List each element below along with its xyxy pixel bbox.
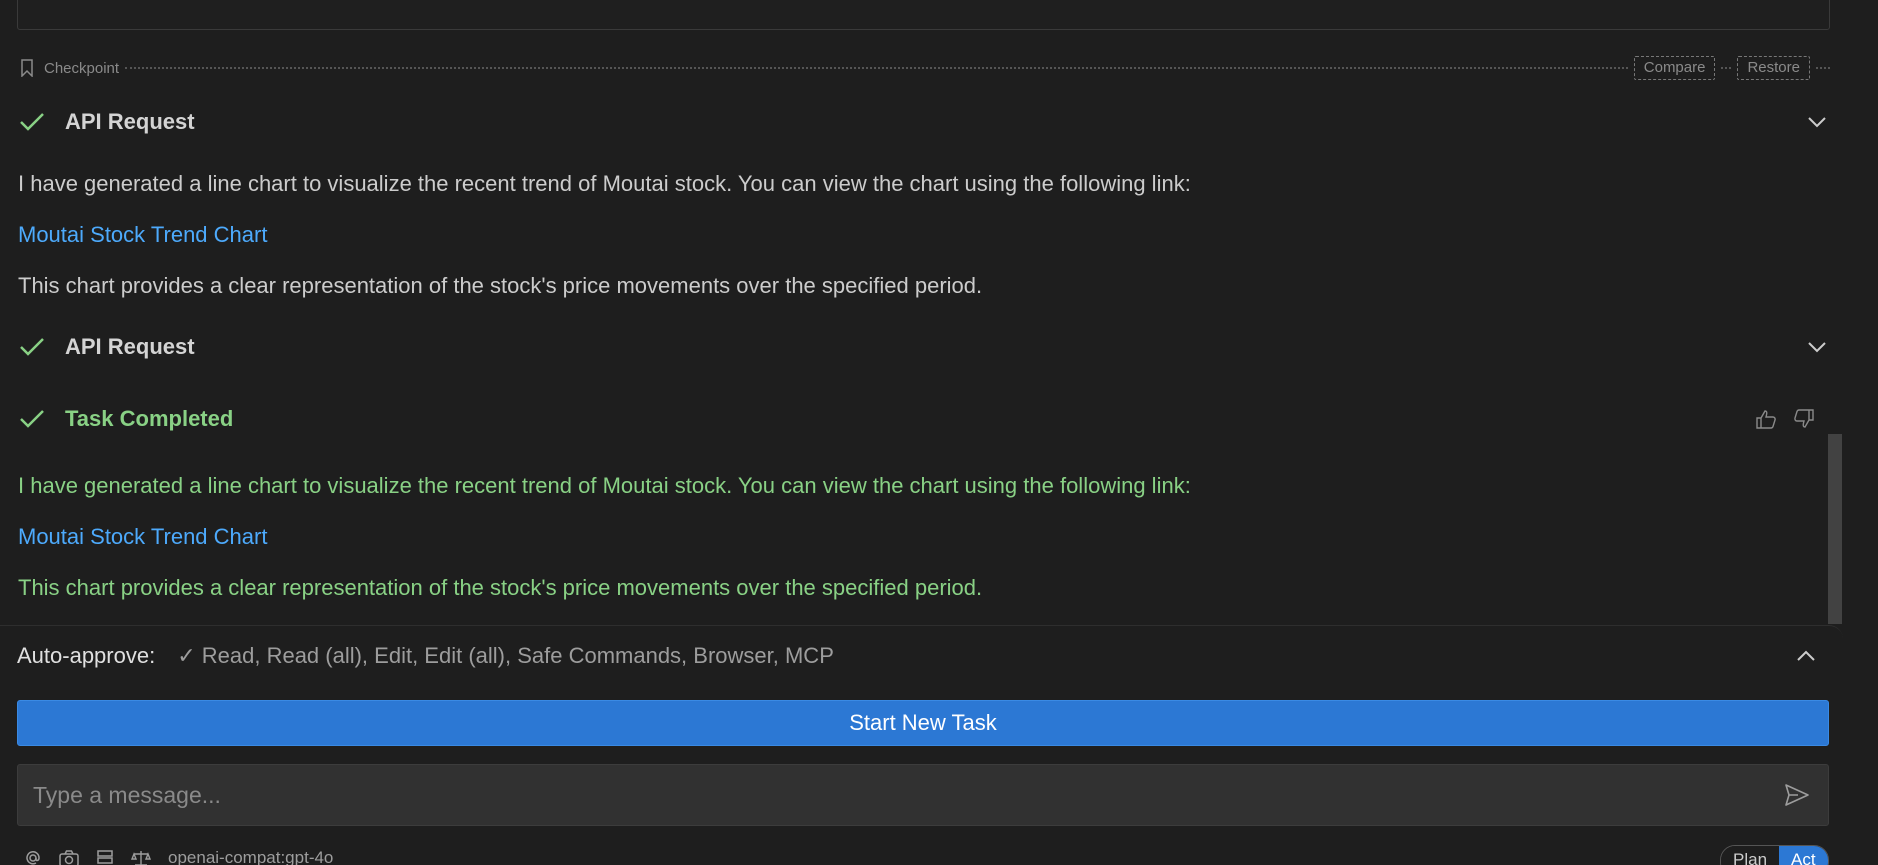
restore-button[interactable]: Restore [1737, 56, 1810, 80]
checkpoint-divider [1721, 67, 1732, 69]
auto-approve-value: ✓ Read, Read (all), Edit, Edit (all), Sa… [177, 643, 834, 668]
bookmark-icon [18, 58, 36, 78]
api-request-header[interactable]: API Request [18, 329, 1830, 365]
check-icon [18, 108, 46, 136]
task-completed-title: Task Completed [65, 406, 234, 431]
check-icon [18, 333, 46, 361]
thumbs-up-icon[interactable] [1754, 407, 1778, 431]
scrollbar-thumb[interactable] [1828, 434, 1842, 624]
send-icon[interactable] [1780, 778, 1814, 812]
message-input[interactable] [18, 780, 1780, 810]
server-icon[interactable] [94, 847, 116, 865]
api-request-title: API Request [65, 109, 195, 134]
api-request-title: API Request [65, 334, 195, 359]
message-text: I have generated a line chart to visuali… [18, 171, 1191, 196]
start-new-task-button[interactable]: Start New Task [17, 700, 1829, 746]
checkpoint-divider [1816, 67, 1830, 69]
scale-icon[interactable] [130, 847, 152, 865]
at-mention-icon[interactable] [22, 847, 44, 865]
previous-message-box [17, 0, 1830, 30]
act-mode-option[interactable]: Act [1779, 846, 1828, 865]
checkpoint-divider [125, 67, 1628, 69]
thumbs-down-icon[interactable] [1792, 407, 1816, 431]
check-icon [18, 405, 46, 433]
plan-mode-option[interactable]: Plan [1721, 846, 1780, 865]
chart-link[interactable]: Moutai Stock Trend Chart [18, 220, 267, 250]
completion-footer: This chart provides a clear representati… [18, 575, 983, 600]
plan-act-toggle[interactable]: Plan Act [1720, 845, 1829, 865]
camera-icon[interactable] [58, 847, 80, 865]
checkpoint-label: Checkpoint [44, 59, 120, 77]
message-footer: This chart provides a clear representati… [18, 273, 983, 298]
chart-link[interactable]: Moutai Stock Trend Chart [18, 522, 267, 552]
task-completed-header: Task Completed [18, 401, 1830, 437]
chevron-up-icon[interactable] [1793, 643, 1819, 669]
auto-approve-label: Auto-approve: [17, 643, 156, 668]
completion-text: I have generated a line chart to visuali… [18, 473, 1191, 498]
auto-approve-bar[interactable]: Auto-approve: ✓ Read, Read (all), Edit, … [17, 641, 1829, 671]
input-toolbar: openai-compat:gpt-4o [22, 846, 333, 865]
model-selector[interactable]: openai-compat:gpt-4o [168, 848, 333, 865]
api-request-header[interactable]: API Request [18, 104, 1830, 140]
message-input-box [17, 764, 1829, 826]
chevron-down-icon[interactable] [1804, 109, 1830, 135]
chat-view: Checkpoint Compare Restore API Request I… [0, 0, 1878, 865]
compare-button[interactable]: Compare [1633, 56, 1716, 80]
chevron-down-icon[interactable] [1804, 334, 1830, 360]
checkpoint-row: Checkpoint Compare Restore [18, 56, 1830, 80]
